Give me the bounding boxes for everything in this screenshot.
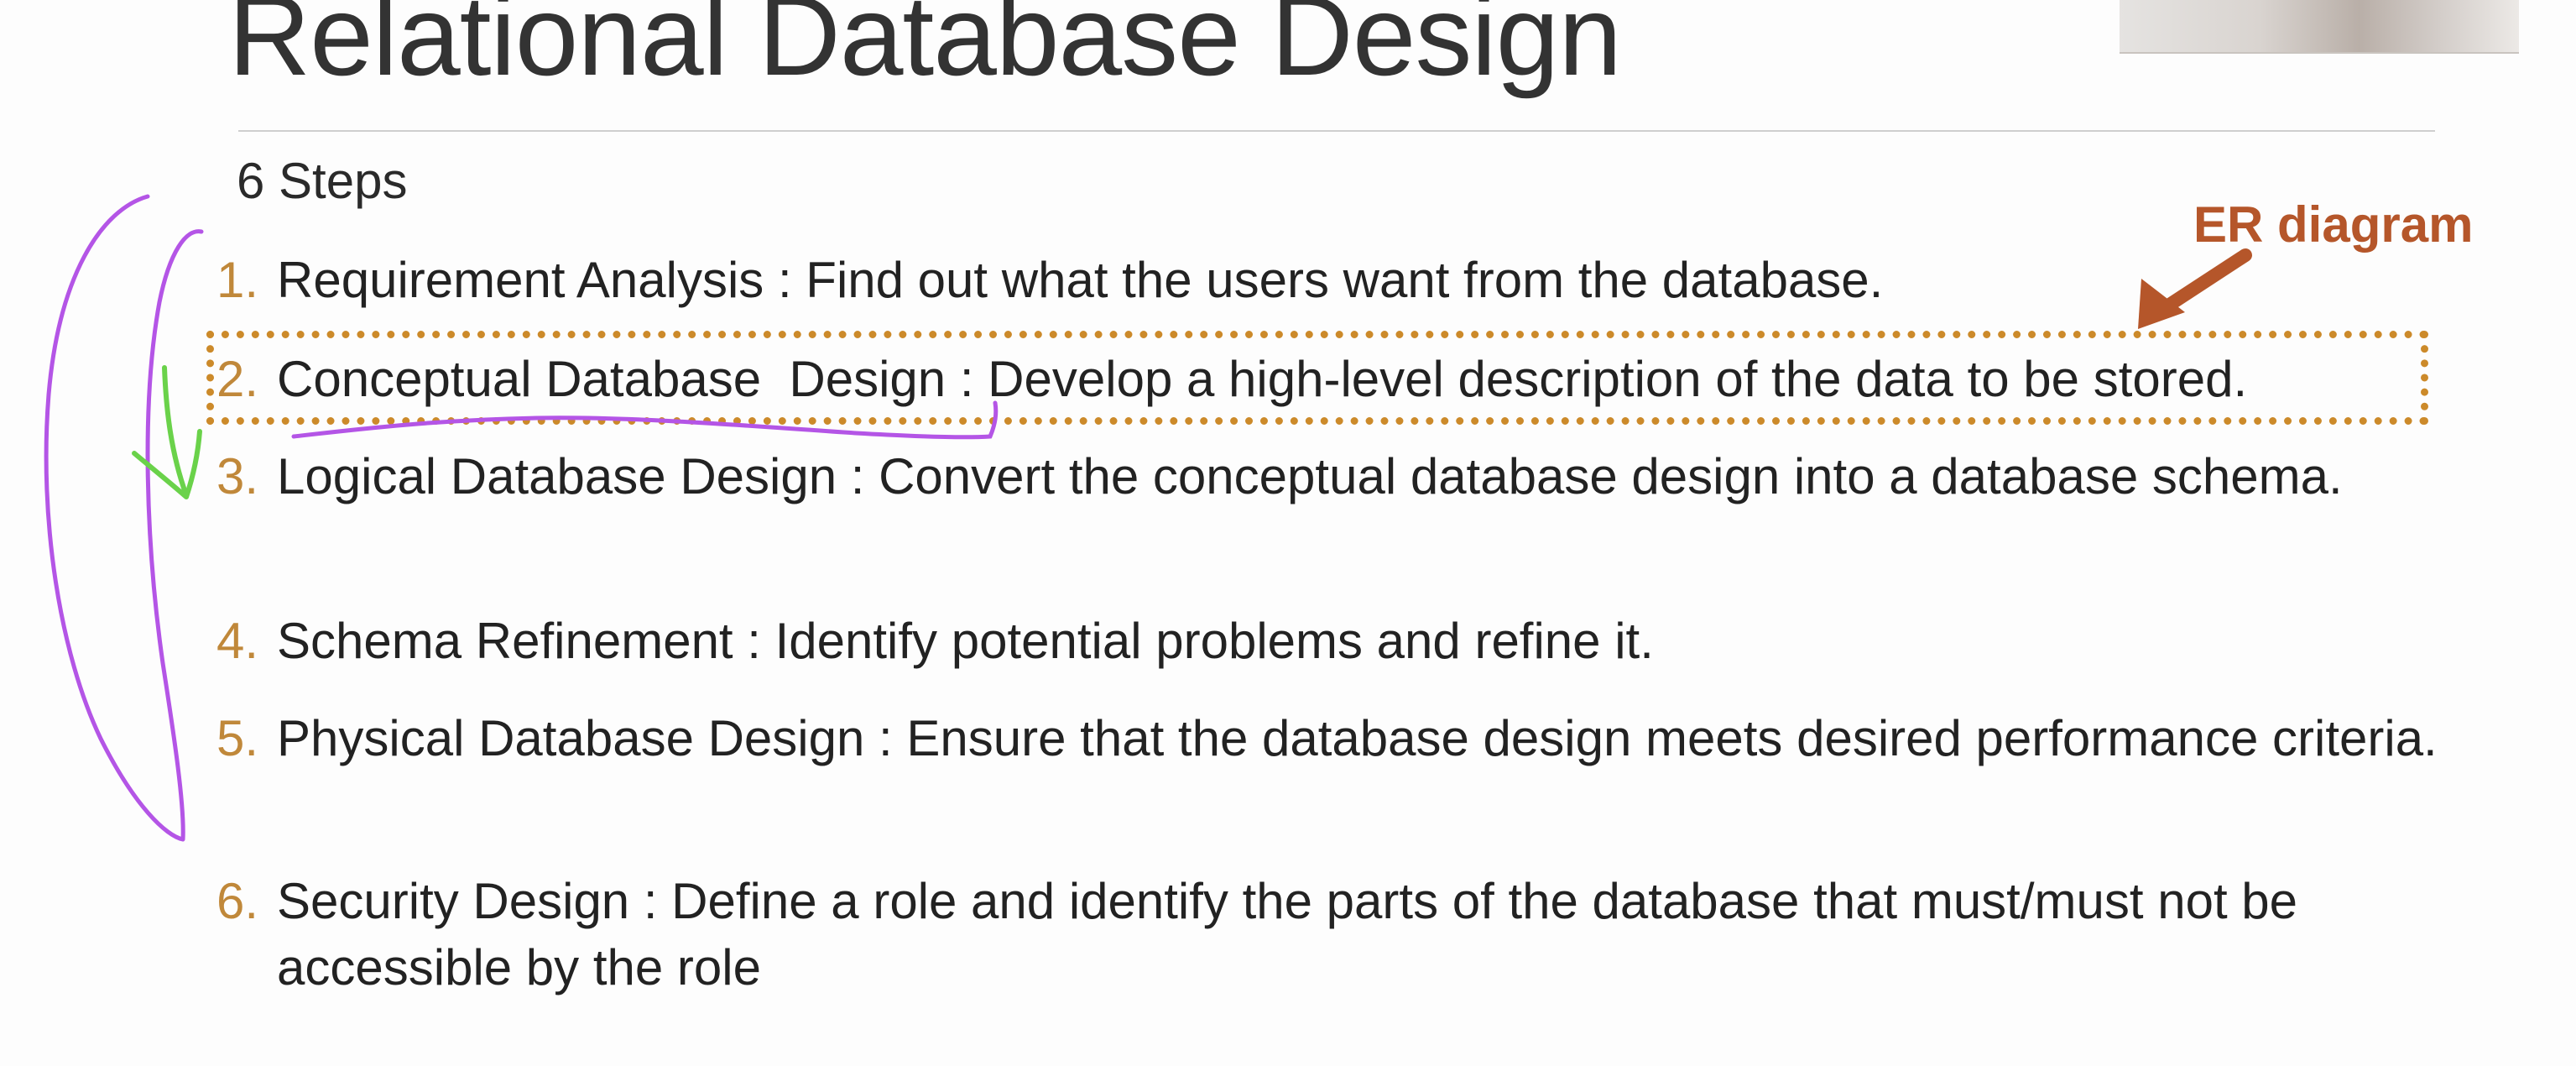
er-diagram-callout-label: ER diagram xyxy=(2193,196,2474,253)
highlight-box-step-2 xyxy=(206,331,2428,425)
title-divider xyxy=(238,130,2435,132)
pen-loop-mark xyxy=(44,194,204,842)
steps-subheading: 6 Steps xyxy=(237,153,408,209)
step-item-5: 5. Physical Database Design : Ensure tha… xyxy=(216,705,2448,771)
step-text: Schema Refinement : Identify potential p… xyxy=(277,613,1654,669)
step-item-4: 4. Schema Refinement : Identify potentia… xyxy=(216,608,2448,674)
step-item-3: 3. Logical Database Design : Convert the… xyxy=(216,443,2448,509)
step-item-6: 6. Security Design : Define a role and i… xyxy=(216,868,2448,1001)
step-text: Physical Database Design : Ensure that t… xyxy=(277,710,2438,766)
step-number: 4. xyxy=(216,613,259,669)
step-number: 1. xyxy=(216,252,259,308)
step-item-1: 1. Requirement Analysis : Find out what … xyxy=(216,247,2448,313)
step-text: Security Design : Define a role and iden… xyxy=(277,873,2298,995)
presenter-webcam-thumbnail xyxy=(2120,0,2519,54)
slide: Relational Database Design 6 Steps 1. Re… xyxy=(0,0,2576,1066)
slide-title: Relational Database Design xyxy=(228,0,1622,99)
step-number: 5. xyxy=(216,710,259,766)
step-number: 3. xyxy=(216,448,259,504)
step-text: Requirement Analysis : Find out what the… xyxy=(277,252,1884,308)
step-number: 6. xyxy=(216,873,259,929)
pen-down-arrow-icon xyxy=(132,365,202,499)
step-text: Logical Database Design : Convert the co… xyxy=(277,448,2343,504)
